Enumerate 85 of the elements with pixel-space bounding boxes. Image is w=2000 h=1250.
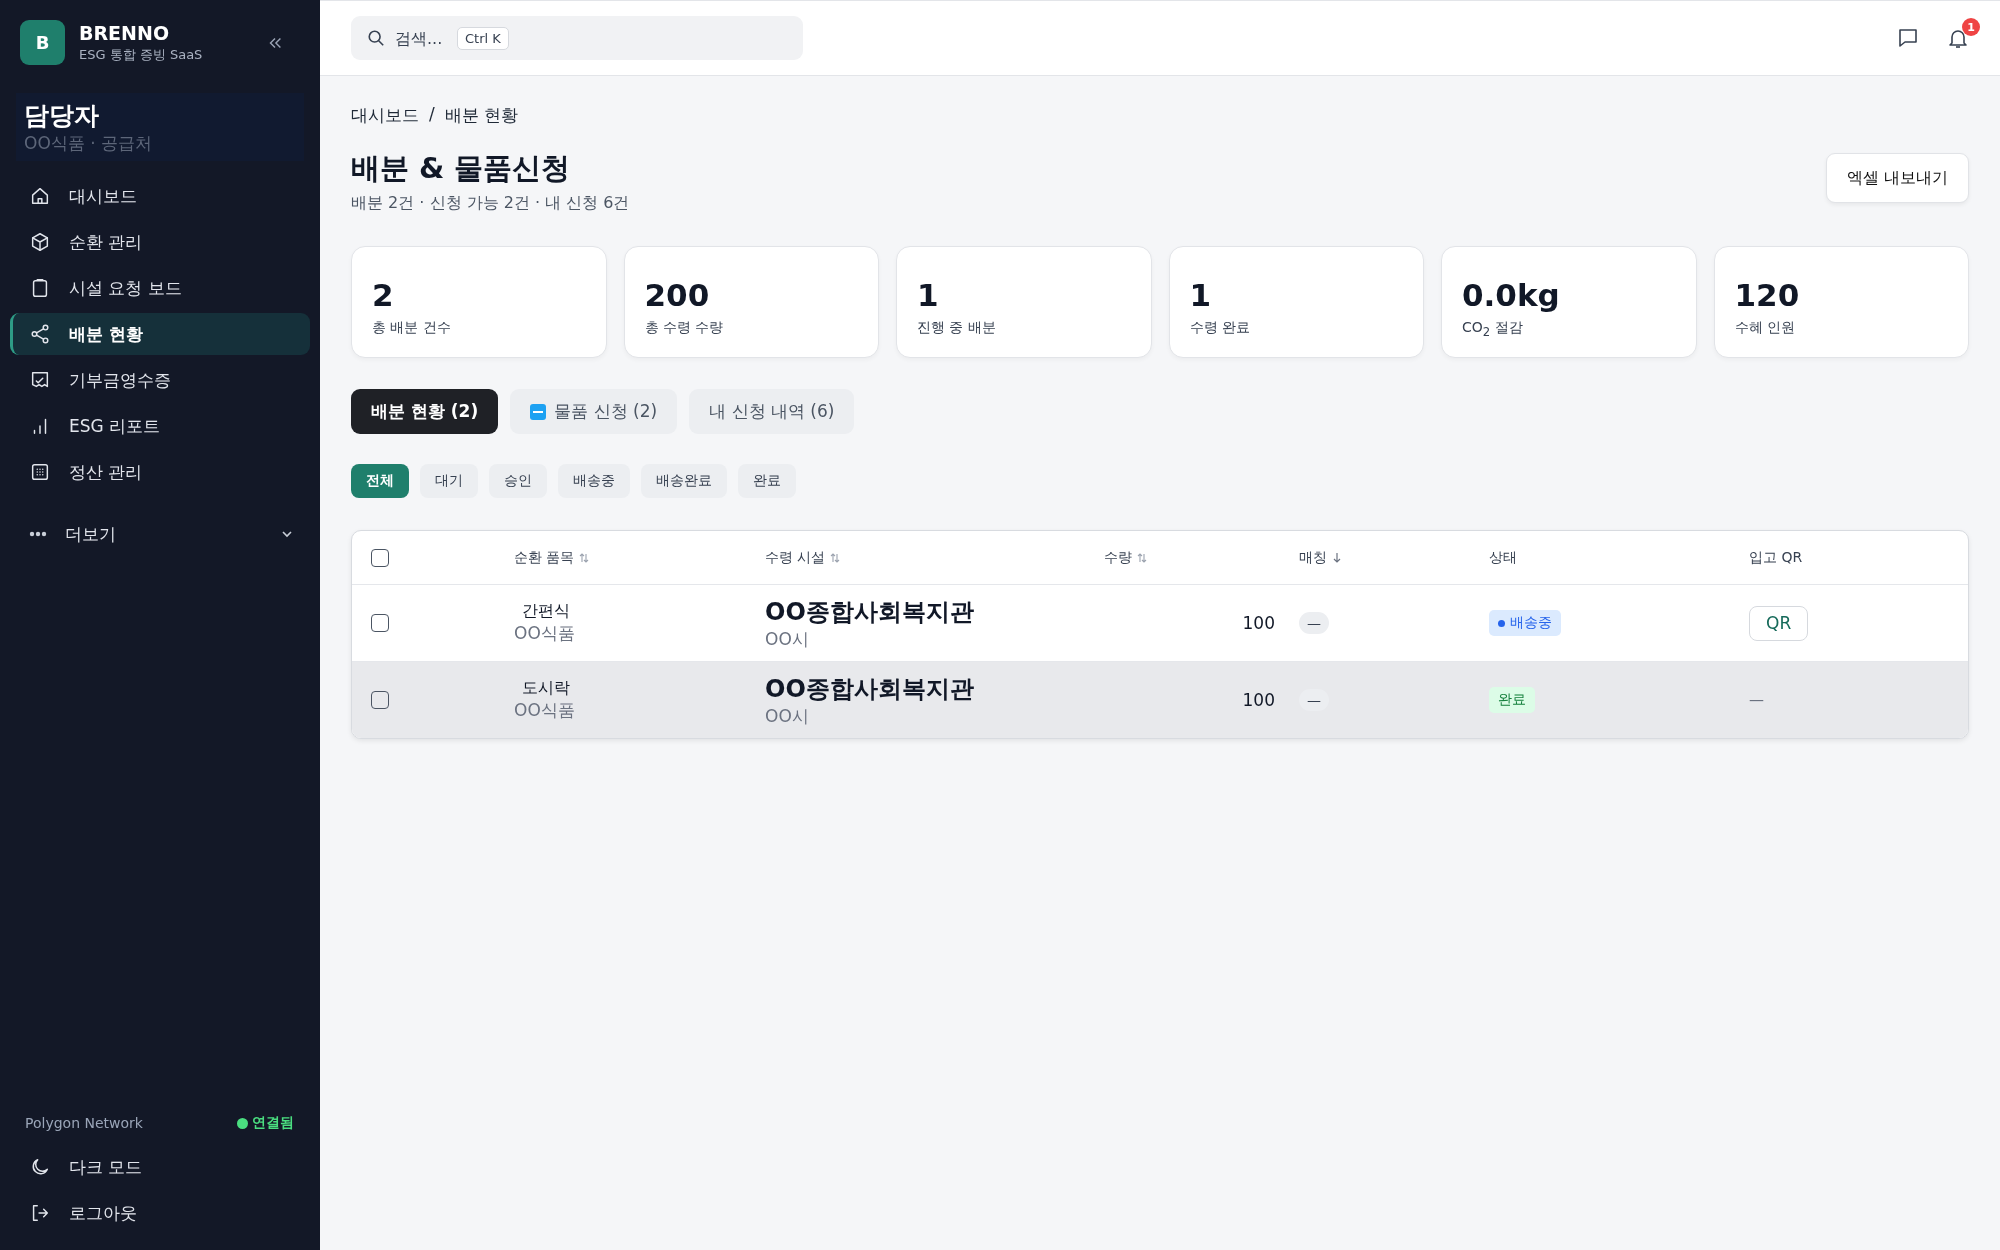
- tab[interactable]: 내 신청 내역 (6): [689, 389, 855, 434]
- breadcrumb-separator: /: [429, 104, 435, 126]
- shortcut-hint: Ctrl K: [457, 26, 509, 50]
- more-icon: [29, 531, 47, 537]
- row-checkbox[interactable]: [371, 691, 389, 709]
- facility-city: OO시: [765, 704, 809, 728]
- column-header[interactable]: 매칭: [1299, 548, 1327, 567]
- chat-icon[interactable]: [1896, 26, 1920, 50]
- supplier-name: OO식품: [514, 622, 575, 645]
- item-name: 간편식: [521, 601, 570, 622]
- matching-pill: —: [1299, 612, 1329, 634]
- network-name: Polygon Network: [25, 1115, 143, 1131]
- logo: B: [20, 20, 65, 65]
- page-subtitle: 배분 2건 · 신청 가능 2건 · 내 신청 6건: [351, 193, 630, 214]
- nav-item[interactable]: 기부금영수증: [10, 359, 310, 401]
- stat-value: 120: [1734, 277, 1801, 313]
- share-icon: [29, 323, 51, 345]
- user-org: OO식품 · 공급처: [24, 132, 153, 155]
- status-badge: 완료: [1489, 687, 1535, 713]
- nav-item[interactable]: ESG 리포트: [10, 405, 310, 447]
- stat-label: 진행 중 배분: [917, 319, 997, 337]
- sort-icon: [579, 552, 590, 563]
- tab[interactable]: 물품 신청 (2): [510, 389, 678, 434]
- filter-chip[interactable]: 배송완료: [641, 464, 727, 498]
- sidebar-action[interactable]: 다크 모드: [10, 1144, 310, 1190]
- brand-name: BRENNO: [79, 21, 171, 44]
- network-status: 연결됨: [252, 1114, 294, 1132]
- nav-item[interactable]: 배분 현황: [10, 313, 310, 355]
- select-all-checkbox[interactable]: [371, 548, 389, 567]
- page-title: 배분 & 물품신청: [351, 150, 572, 187]
- sort-icon: [1137, 552, 1147, 563]
- row-checkbox[interactable]: [371, 614, 389, 632]
- stat-value: 0.0kg: [1462, 277, 1561, 313]
- stat-value: 1: [917, 277, 940, 313]
- stat-label: 수령 완료: [1189, 319, 1251, 337]
- sort-down-icon: [1332, 552, 1342, 563]
- facility-name: OO종합사회복지관: [765, 596, 974, 628]
- status-badge: 배송중: [1489, 610, 1561, 636]
- tab[interactable]: 배분 현황 (2): [351, 389, 499, 434]
- table-row[interactable]: 도시락 OO식품 OO종합사회복지관 OO시 100 — 완료 —: [352, 661, 1968, 738]
- supplier-name: OO식품: [514, 699, 575, 722]
- grid-icon: [29, 461, 51, 483]
- filter-chip[interactable]: 승인: [489, 464, 547, 498]
- column-header[interactable]: 순환 품목: [514, 548, 575, 567]
- filter-chip[interactable]: 대기: [420, 464, 478, 498]
- facility-city: OO시: [765, 627, 809, 651]
- stat-label: CO$_{2}$ 절감: [1462, 319, 1524, 339]
- user-role: 담당자: [24, 100, 100, 132]
- search-field[interactable]: 검색...: [393, 27, 449, 49]
- filter-chip[interactable]: 완료: [738, 464, 796, 498]
- search-icon: [367, 29, 385, 47]
- column-header[interactable]: 수량: [1104, 548, 1132, 567]
- breadcrumb-item[interactable]: 대시보드: [351, 104, 419, 127]
- more-menu[interactable]: 더보기: [10, 513, 310, 555]
- new-icon: [530, 403, 547, 420]
- stat-value: 1: [1189, 277, 1213, 313]
- sort-icon: [830, 552, 841, 563]
- quantity: 100: [1242, 613, 1275, 633]
- filter-chip[interactable]: 전체: [351, 464, 409, 498]
- matching-pill: —: [1299, 689, 1329, 711]
- nav-item[interactable]: 순환 관리: [10, 221, 310, 263]
- nav-item[interactable]: 정산 관리: [10, 451, 310, 493]
- export-button[interactable]: 엑셀 내보내기: [1825, 153, 1969, 203]
- quantity: 100: [1242, 690, 1275, 710]
- box-icon: [29, 231, 51, 253]
- stat-label: 총 수령 수량: [644, 319, 725, 337]
- breadcrumb-item: 배분 현황: [444, 104, 519, 127]
- stat-label: 수혜 인원: [1734, 319, 1796, 337]
- column-header: 입고 QR: [1749, 548, 1803, 567]
- sidebar-action[interactable]: 로그아웃: [10, 1190, 310, 1236]
- stat-value: 2: [372, 277, 395, 313]
- item-name: 도시락: [521, 678, 570, 699]
- brand-tagline: ESG 통합 증빙 SaaS: [79, 45, 204, 64]
- facility-name: OO종합사회복지관: [765, 673, 974, 705]
- nav-item[interactable]: 대시보드: [10, 175, 310, 217]
- column-header: 상태: [1489, 548, 1517, 567]
- notification-badge: 1: [1962, 18, 1980, 36]
- filter-chip[interactable]: 배송중: [558, 464, 630, 498]
- nav-item[interactable]: 시설 요청 보드: [10, 267, 310, 309]
- qr-empty: —: [1749, 691, 1764, 709]
- stat-value: 200: [644, 277, 711, 313]
- home-icon: [29, 185, 51, 207]
- stat-label: 총 배분 건수: [372, 319, 452, 337]
- column-header[interactable]: 수령 시설: [765, 548, 826, 567]
- qr-button[interactable]: QR: [1749, 605, 1809, 641]
